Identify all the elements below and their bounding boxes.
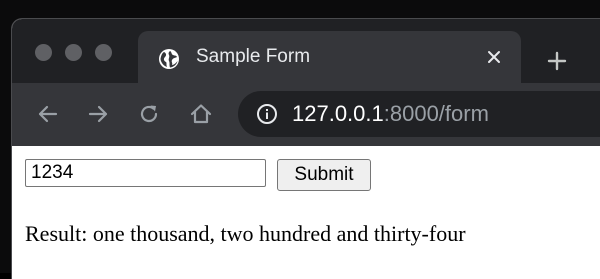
url-text: 127.0.0.1:8000/form bbox=[292, 101, 489, 127]
window-close-control[interactable] bbox=[35, 44, 52, 61]
address-bar[interactable]: 127.0.0.1:8000/form bbox=[238, 91, 600, 137]
new-tab-icon[interactable] bbox=[543, 47, 571, 75]
window-minimize-control[interactable] bbox=[65, 44, 82, 61]
url-path: :8000/form bbox=[383, 101, 489, 126]
window-maximize-control[interactable] bbox=[95, 44, 112, 61]
number-input[interactable] bbox=[25, 159, 266, 187]
page-content: Submit Result: one thousand, two hundred… bbox=[12, 146, 600, 279]
back-icon[interactable] bbox=[35, 101, 61, 127]
browser-window: Sample Form 127.0.0.1:8000/form 1234 Sub… bbox=[12, 19, 600, 279]
submit-button[interactable]: Submit bbox=[277, 159, 371, 191]
info-icon[interactable] bbox=[256, 103, 278, 125]
browser-toolbar: 127.0.0.1:8000/form bbox=[12, 83, 600, 146]
forward-icon[interactable] bbox=[85, 101, 111, 127]
home-icon[interactable] bbox=[188, 101, 214, 127]
reload-icon[interactable] bbox=[136, 101, 162, 127]
globe-icon bbox=[159, 49, 179, 69]
close-tab-icon[interactable] bbox=[481, 44, 507, 70]
tab-title: Sample Form bbox=[196, 46, 311, 67]
tab-strip: Sample Form bbox=[12, 19, 600, 83]
result-text: Result: one thousand, two hundred and th… bbox=[25, 221, 466, 246]
url-host: 127.0.0.1 bbox=[292, 101, 384, 126]
tab-sample-form[interactable]: Sample Form bbox=[138, 31, 521, 83]
